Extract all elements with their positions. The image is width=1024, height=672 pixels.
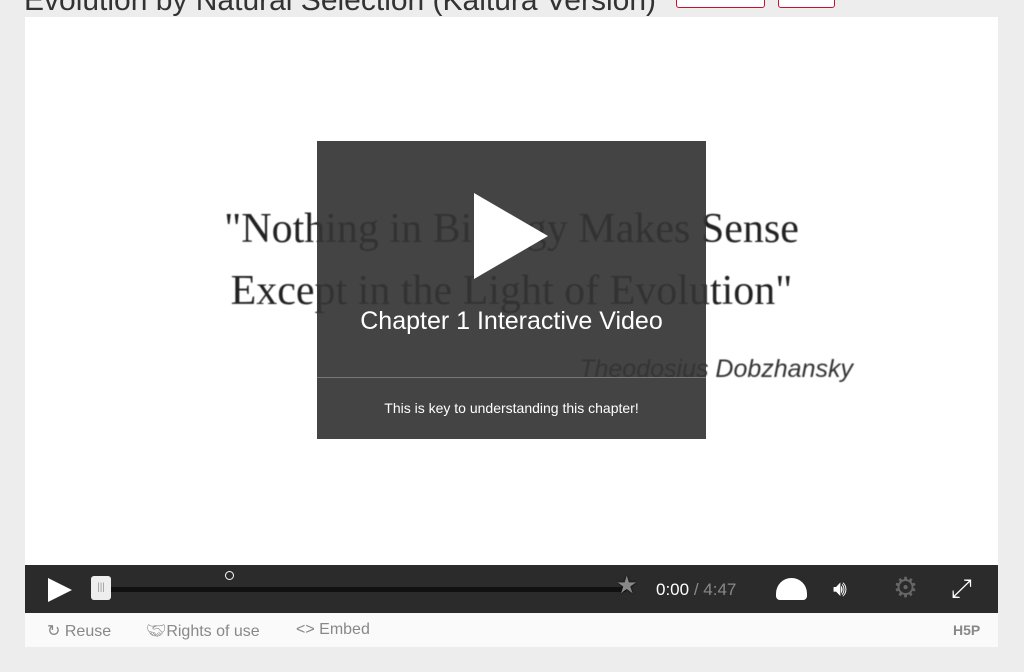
start-screen-overlay[interactable]: Chapter 1 Interactive Video This is key … (317, 141, 706, 439)
page-title: Evolution by Natural Selection (Kaltura … (24, 0, 656, 17)
reuse-label: Reuse (64, 623, 112, 640)
embed-button[interactable]: <> Embed (296, 621, 370, 639)
volume-icon[interactable]: 🔊︎ (833, 576, 847, 602)
h5p-logo[interactable]: H5P (953, 622, 980, 638)
embed-label: Embed (319, 621, 370, 638)
time-display: 0:00 / 4:47 (656, 580, 736, 600)
fullscreen-icon[interactable]: ⤢ (951, 574, 972, 602)
star-icon[interactable]: ★ (616, 574, 638, 598)
overlay-title: Chapter 1 Interactive Video (360, 307, 663, 335)
playback-rate-icon[interactable] (776, 578, 807, 600)
video-area[interactable]: "Nothing in Biology Makes Sense Except i… (25, 17, 998, 565)
current-time: 0:00 (656, 580, 690, 599)
seek-bar[interactable] (101, 587, 626, 592)
time-separator: / (693, 580, 699, 599)
play-button[interactable] (48, 578, 72, 602)
handshake-icon: 🤝︎ (146, 623, 167, 640)
divider (317, 377, 706, 378)
reuse-button[interactable]: ↻ Reuse (47, 621, 111, 641)
play-icon[interactable] (474, 193, 548, 279)
gear-icon[interactable]: ⚙ (893, 574, 918, 602)
rights-of-use-button[interactable]: 🤝︎Rights of use (146, 621, 260, 641)
header-button[interactable] (778, 0, 835, 8)
footer-bar: ↻ Reuse 🤝︎Rights of use <> Embed H5P (25, 613, 998, 647)
header-button[interactable] (676, 0, 765, 8)
total-time: 4:47 (703, 580, 737, 599)
rights-label: Rights of use (166, 623, 260, 640)
reuse-icon: ↻ (47, 623, 61, 640)
overlay-description: This is key to understanding this chapte… (384, 400, 639, 416)
interaction-marker[interactable] (225, 571, 234, 580)
h5p-interactive-video: "Nothing in Biology Makes Sense Except i… (25, 17, 998, 647)
control-bar: ||| ★ 0:00 / 4:47 🔊︎ ⚙ ⤢ (25, 565, 998, 613)
embed-icon: <> (296, 621, 315, 638)
seek-handle-icon[interactable]: ||| (91, 576, 111, 600)
